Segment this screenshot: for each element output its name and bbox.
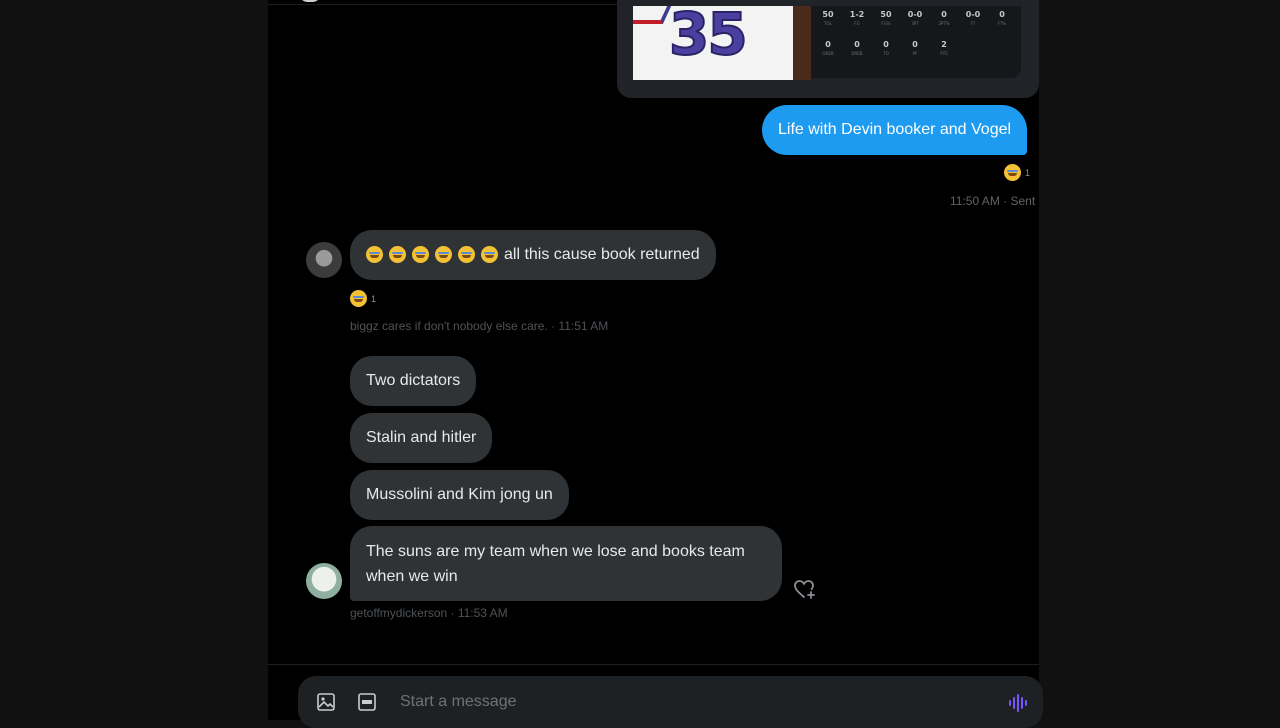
message-text: Mussolini and Kim jong un: [366, 486, 553, 503]
stat-cell: 50 TOL: [822, 10, 834, 26]
face-with-tears-of-joy-icon: [412, 246, 429, 264]
message-reaction[interactable]: 1: [1004, 164, 1030, 181]
face-with-tears-of-joy-icon: [389, 246, 406, 264]
received-message-bubble[interactable]: Mussolini and Kim jong un: [350, 470, 569, 520]
stat-cell: 0 TO: [883, 40, 889, 56]
face-with-tears-of-joy-icon: [366, 246, 383, 264]
avatar[interactable]: [306, 242, 342, 278]
reaction-count: 1: [1025, 167, 1031, 178]
reaction-count: 1: [371, 293, 377, 304]
message-meta: biggz cares if don't nobody else care. ·…: [350, 319, 609, 333]
received-message-bubble[interactable]: all this cause book returned: [350, 230, 716, 280]
message-input[interactable]: [400, 692, 960, 712]
jersey-image: 35: [633, 6, 811, 80]
face-with-tears-of-joy-icon: [435, 246, 452, 264]
voice-message-icon[interactable]: [1008, 694, 1030, 712]
stat-cell: 1-2 FG: [849, 10, 865, 26]
header-divider: [268, 4, 648, 5]
composer-divider: [268, 664, 1039, 665]
image-icon[interactable]: [316, 692, 336, 712]
stat-cell: 0-0 FT: [965, 10, 981, 26]
message-text: Two dictators: [366, 372, 461, 389]
received-message-bubble[interactable]: Two dictators: [350, 356, 477, 406]
face-with-tears-of-joy-icon: [458, 246, 475, 264]
shared-post-card[interactable]: 35 50 TOL 1-2 FG 50 FG% 0-0 3PT 0 3PT% 0-0 FT …: [617, 0, 1039, 98]
message-meta: getoffmydickerson · 11:53 AM: [350, 606, 508, 620]
received-message-bubble[interactable]: The suns are my team when we lose and bo…: [350, 526, 782, 601]
stat-cell: 2 PTS: [940, 40, 948, 56]
letterbox-right: [1039, 0, 1280, 720]
stat-cell: 50 FG%: [880, 10, 892, 26]
sent-message-bubble[interactable]: Life with Devin booker and Vogel: [762, 105, 1028, 155]
avatar[interactable]: [306, 563, 342, 599]
stat-cell: 0-0 3PT: [907, 10, 923, 26]
stat-cell: 0 3PT%: [938, 10, 950, 26]
face-with-tears-of-joy-icon: [350, 290, 367, 307]
message-text: The suns are my team when we lose and bo…: [366, 542, 745, 585]
message-reaction[interactable]: 1: [350, 290, 376, 307]
player-arm: [793, 6, 811, 80]
header-avatar-partial[interactable]: [298, 0, 322, 2]
face-with-tears-of-joy-icon: [481, 246, 498, 264]
emoji-row: [366, 246, 504, 264]
message-text: all this cause book returned: [504, 246, 700, 263]
gif-icon[interactable]: [357, 692, 377, 712]
letterbox-left: [0, 0, 268, 720]
stat-cell: 0 OREB: [822, 40, 834, 56]
stat-cell: 0 DREB: [851, 40, 863, 56]
message-meta: 11:50 AM · Sent: [950, 194, 1036, 208]
received-message-bubble[interactable]: Stalin and hitler: [350, 413, 493, 463]
stat-cell: 0 FT%: [997, 10, 1007, 26]
message-composer: [298, 676, 1043, 728]
add-reaction-heart-icon[interactable]: [792, 577, 816, 601]
jersey-trim: [633, 6, 672, 24]
stat-cell: 0 PF: [912, 40, 918, 56]
stats-panel: 50 TOL 1-2 FG 50 FG% 0-0 3PT 0 3PT% 0-0 FT 0 FT…: [811, 6, 1021, 78]
message-text: Life with Devin booker and Vogel: [778, 121, 1012, 138]
jersey-number: 35: [668, 6, 749, 69]
face-with-tears-of-joy-icon: [1004, 164, 1021, 181]
dm-conversation: 35 50 TOL 1-2 FG 50 FG% 0-0 3PT 0 3PT% 0-0 FT …: [268, 0, 1039, 720]
message-text: Stalin and hitler: [366, 429, 477, 446]
